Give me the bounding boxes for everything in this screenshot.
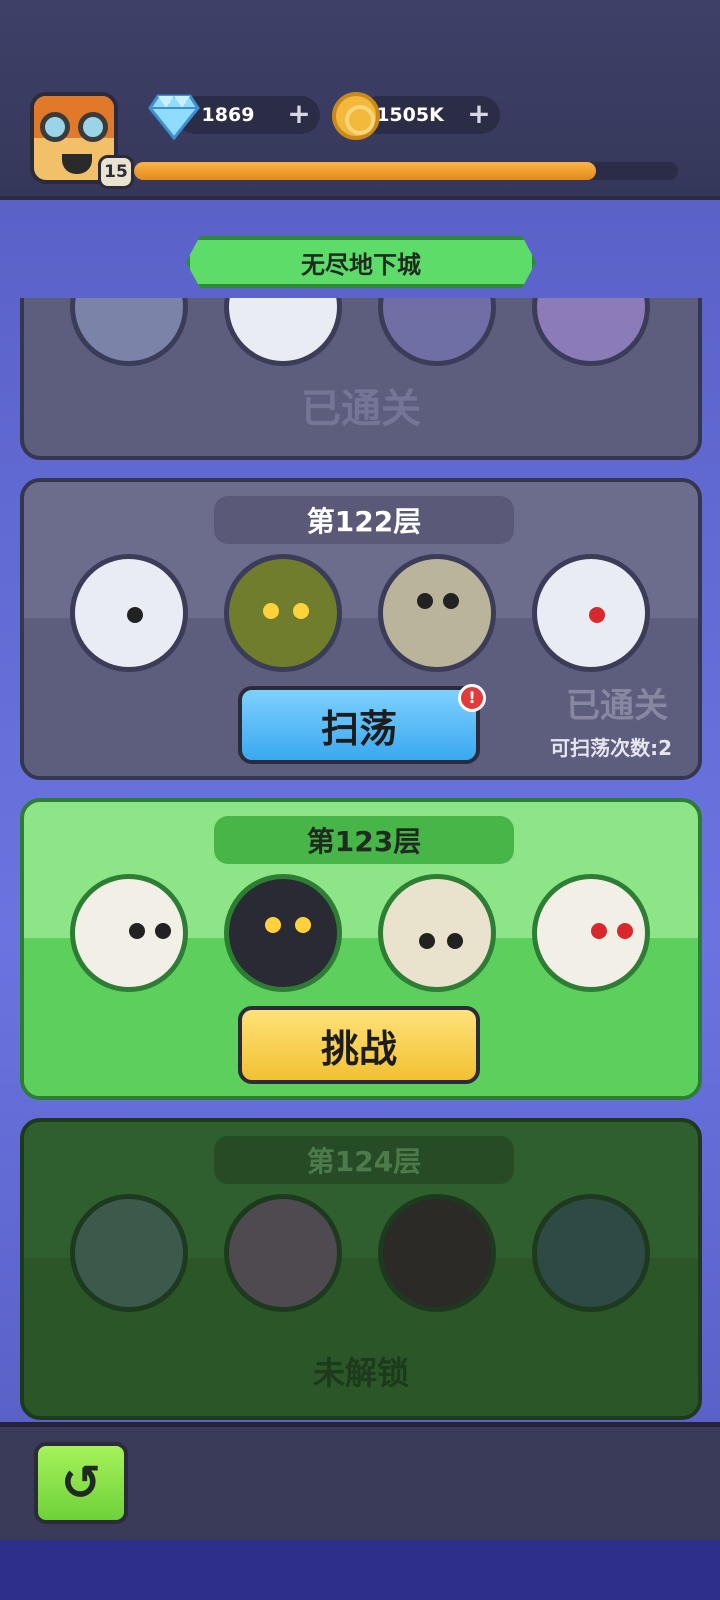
enemy-portrait-skull [378,874,496,992]
enemy-portrait-cat [224,554,342,672]
sweep-count-text: 可扫荡次数:2 [550,736,672,760]
enemy-portrait [378,298,496,366]
floor-card-cleared: 已通关 [20,298,702,460]
enemy-portrait-reaper [378,1194,496,1312]
enemy-portrait-cup [70,874,188,992]
experience-bar-fill [134,162,597,180]
challenge-button-label: 挑战 [320,1026,397,1071]
enemy-portrait-cup-red [532,874,650,992]
player-level-badge: 15 [98,155,134,189]
sweep-button-label: 扫荡 [320,706,397,751]
floor-card-124-locked: 第124层 未解锁 [20,1118,702,1420]
page-title: 无尽地下城 [186,236,536,288]
enemy-portrait-dog-red [532,554,650,672]
enemy-portrait-dog [70,554,188,672]
coin-counter: 1505K + [360,96,500,134]
alert-badge-icon: ! [458,684,486,712]
enemy-portrait-black-cat [224,874,342,992]
back-arrow-icon: ↺ [60,1455,102,1511]
bottom-strip [0,1540,720,1600]
coin-icon [332,92,380,140]
cleared-status: 已通关 [566,686,668,726]
experience-bar [134,162,678,180]
locked-status: 未解锁 [312,1354,409,1392]
sweep-button[interactable]: 扫荡 [238,686,480,764]
enemy-portrait-zombie [70,1194,188,1312]
back-button[interactable]: ↺ [34,1442,128,1524]
floor-label: 第122层 [214,496,514,544]
cleared-status: 已通关 [301,386,421,432]
enemy-portrait [224,298,342,366]
floor-label: 第123层 [214,816,514,864]
floor-label: 第124层 [214,1136,514,1184]
enemy-portrait [532,298,650,366]
add-coins-button[interactable]: + [466,100,492,128]
enemy-portrait-zombie [532,1194,650,1312]
diamond-icon [148,94,200,140]
enemy-portrait [70,298,188,366]
enemy-portrait-mushroom [224,1194,342,1312]
enemy-portrait-golem [378,554,496,672]
challenge-button[interactable]: 挑战 [238,1006,480,1084]
add-gems-button[interactable]: + [286,100,312,128]
